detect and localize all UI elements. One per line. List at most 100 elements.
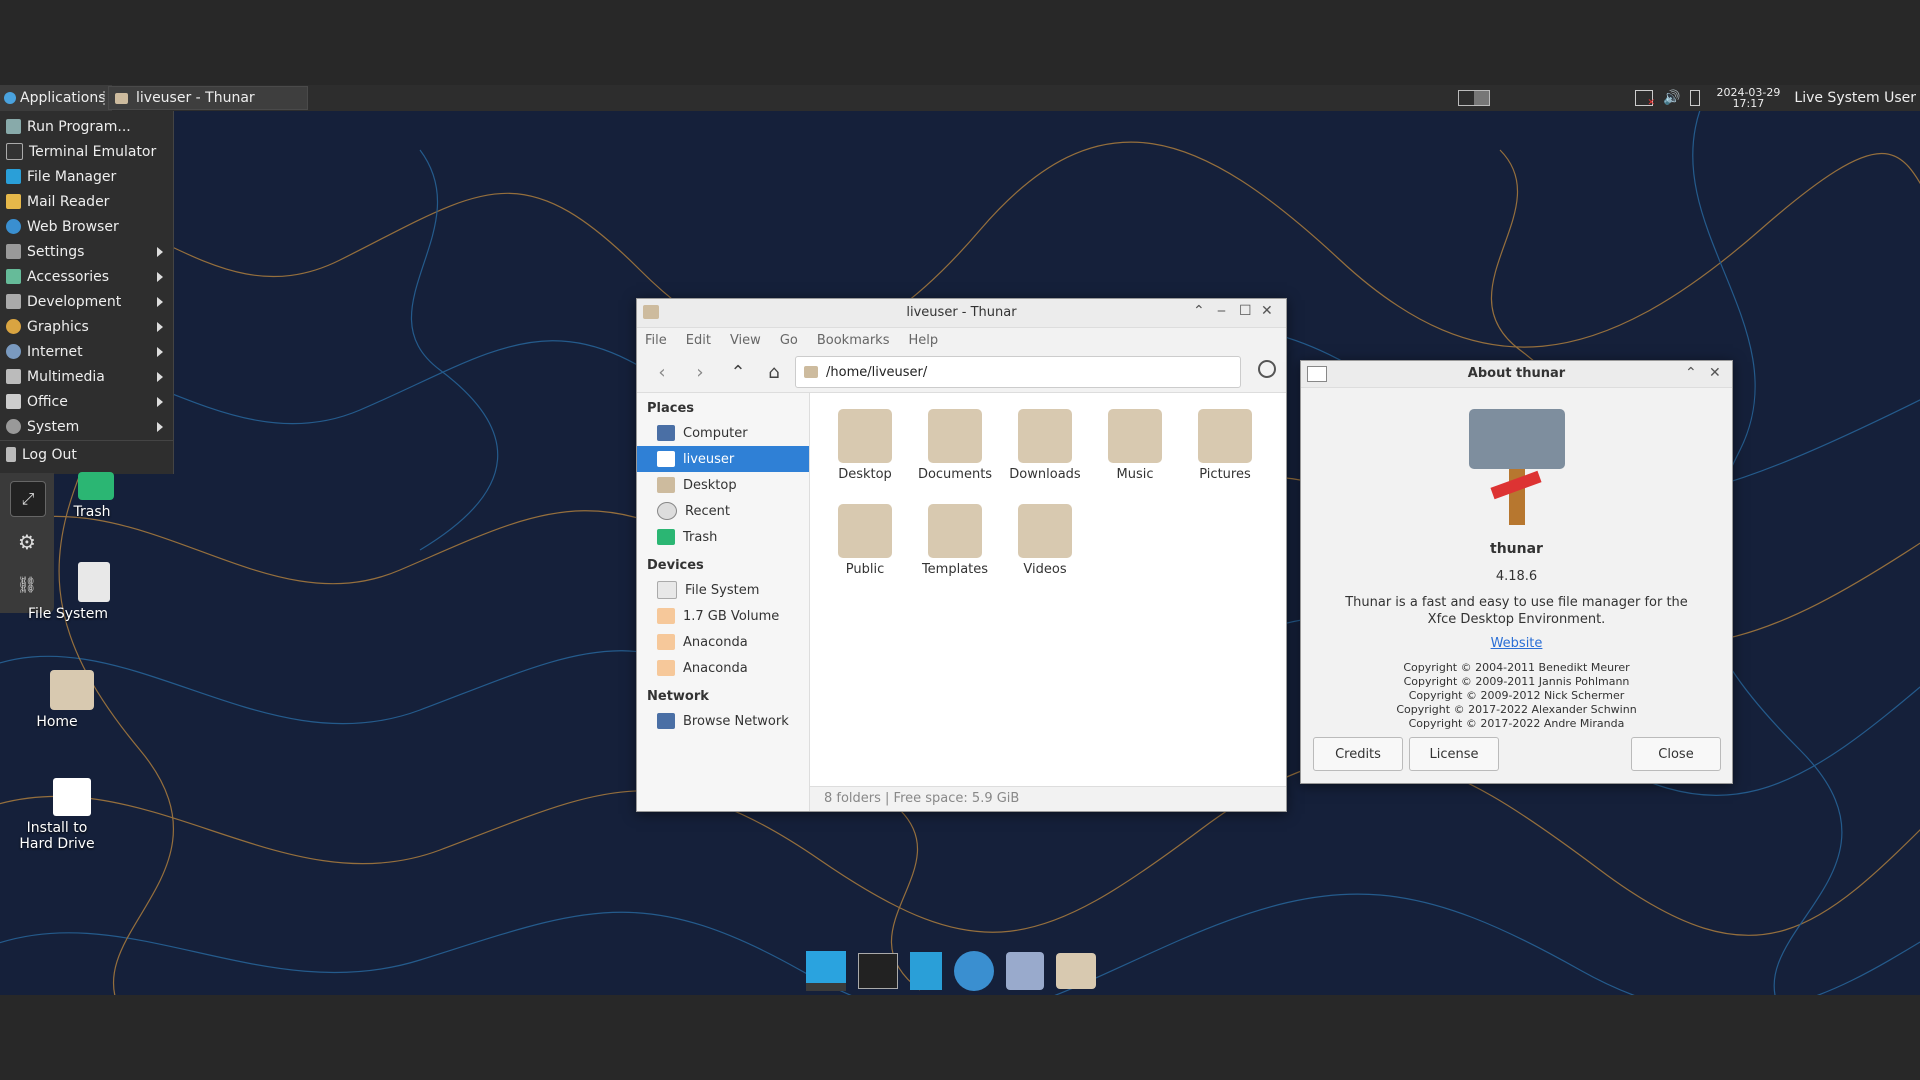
folder-icon[interactable] bbox=[1056, 953, 1096, 989]
menu-item-settings[interactable]: Settings bbox=[0, 239, 173, 264]
workspace-switcher[interactable] bbox=[1458, 90, 1491, 106]
license-button[interactable]: License bbox=[1409, 737, 1499, 771]
network-icon bbox=[657, 713, 675, 729]
copyright-line: Copyright © 2009-2011 Jannis Pohlmann bbox=[1403, 675, 1630, 688]
menu-item-office[interactable]: Office bbox=[0, 389, 173, 414]
applications-menu-button[interactable]: Applications bbox=[0, 85, 112, 111]
desktop-icon-home[interactable]: Home bbox=[22, 670, 122, 730]
website-link[interactable]: Website bbox=[1301, 636, 1732, 651]
taskbar-button-thunar[interactable]: liveuser - Thunar bbox=[108, 86, 308, 110]
terminal-icon bbox=[6, 143, 23, 160]
up-button[interactable]: ⌃ bbox=[723, 362, 753, 383]
app-name: thunar bbox=[1490, 541, 1543, 557]
folder-templates[interactable]: Templates bbox=[910, 498, 1000, 593]
sidebar-item-computer[interactable]: Computer bbox=[637, 420, 809, 446]
thunar-window: liveuser - Thunar ⌃ ‒ ☐ ✕ File Edit View… bbox=[636, 298, 1287, 812]
menu-file[interactable]: File bbox=[645, 333, 667, 348]
folder-pictures[interactable]: Pictures bbox=[1180, 403, 1270, 498]
user-menu[interactable]: Live System User bbox=[1794, 90, 1916, 106]
menu-item-terminal-emulator[interactable]: Terminal Emulator bbox=[0, 139, 173, 164]
internet-icon bbox=[6, 344, 21, 359]
desktop-icon-install[interactable]: Install to Hard Drive bbox=[19, 778, 122, 852]
folder-downloads[interactable]: Downloads bbox=[1000, 403, 1090, 498]
copyright-line: Copyright © 2017-2022 Andre Miranda bbox=[1408, 717, 1625, 730]
credits-button[interactable]: Credits bbox=[1313, 737, 1403, 771]
office-icon bbox=[6, 394, 21, 409]
sidebar-item-browse-network[interactable]: Browse Network bbox=[637, 708, 809, 734]
multimedia-icon bbox=[6, 369, 21, 384]
search-app-icon[interactable] bbox=[1006, 952, 1044, 990]
applications-menu: Run Program... Terminal Emulator File Ma… bbox=[0, 111, 174, 474]
location-folder-icon bbox=[804, 366, 818, 378]
submenu-arrow-icon bbox=[157, 247, 163, 257]
menu-item-system[interactable]: System bbox=[0, 414, 173, 439]
menu-item-graphics[interactable]: Graphics bbox=[0, 314, 173, 339]
sidebar-item-volume[interactable]: 1.7 GB Volume bbox=[637, 603, 809, 629]
top-panel: Applications liveuser - Thunar ✕ 🔊 2024-… bbox=[0, 85, 1920, 111]
dialog-close-button[interactable]: ✕ bbox=[1709, 365, 1721, 381]
file-manager-icon[interactable] bbox=[910, 952, 942, 990]
menu-item-file-manager[interactable]: File Manager bbox=[0, 164, 173, 189]
maximize-button[interactable]: ☐ bbox=[1239, 303, 1252, 319]
sidebar-item-anaconda-2[interactable]: Anaconda bbox=[637, 655, 809, 681]
folder-videos[interactable]: Videos bbox=[1000, 498, 1090, 593]
minimize-button[interactable]: ‒ bbox=[1217, 303, 1226, 319]
folder-grid: Desktop Documents Downloads Music Pictur… bbox=[820, 403, 1280, 593]
web-browser-icon[interactable] bbox=[954, 951, 994, 991]
submenu-arrow-icon bbox=[157, 297, 163, 307]
menu-item-run-program[interactable]: Run Program... bbox=[0, 114, 173, 139]
folder-music[interactable]: Music bbox=[1090, 403, 1180, 498]
menu-item-multimedia[interactable]: Multimedia bbox=[0, 364, 173, 389]
sidebar-item-desktop[interactable]: Desktop bbox=[637, 472, 809, 498]
location-bar[interactable]: /home/liveuser/ bbox=[795, 356, 1241, 388]
volume-icon[interactable]: 🔊 bbox=[1663, 90, 1680, 106]
menu-item-accessories[interactable]: Accessories bbox=[0, 264, 173, 289]
dialog-close-action-button[interactable]: Close bbox=[1631, 737, 1721, 771]
menu-go[interactable]: Go bbox=[780, 333, 798, 348]
folder-icon bbox=[115, 92, 128, 104]
back-button[interactable]: ‹ bbox=[647, 362, 677, 383]
settings-icon bbox=[6, 244, 21, 259]
menu-edit[interactable]: Edit bbox=[686, 333, 711, 348]
file-view: Desktop Documents Downloads Music Pictur… bbox=[810, 392, 1286, 787]
sidebar-item-recent[interactable]: Recent bbox=[637, 498, 809, 524]
sidebar-item-file-system[interactable]: File System bbox=[637, 577, 809, 603]
terminal-icon[interactable] bbox=[858, 953, 898, 989]
sidebar-item-liveuser[interactable]: liveuser bbox=[637, 446, 809, 472]
menu-item-mail-reader[interactable]: Mail Reader bbox=[0, 189, 173, 214]
clock[interactable]: 2024-03-29 17:17 bbox=[1716, 87, 1780, 109]
menu-item-internet[interactable]: Internet bbox=[0, 339, 173, 364]
show-desktop-icon[interactable] bbox=[806, 951, 846, 991]
sidebar-item-trash[interactable]: Trash bbox=[637, 524, 809, 550]
menu-bookmarks[interactable]: Bookmarks bbox=[817, 333, 890, 348]
close-button[interactable]: ✕ bbox=[1261, 303, 1273, 319]
dialog-shade-button[interactable]: ⌃ bbox=[1685, 365, 1697, 381]
desktop-icon-label: Home bbox=[36, 714, 78, 730]
volume-drive-icon bbox=[657, 634, 675, 650]
dialog-titlebar[interactable]: About thunar ⌃ ✕ bbox=[1301, 361, 1732, 388]
window-titlebar[interactable]: liveuser - Thunar ⌃ ‒ ☐ ✕ bbox=[637, 299, 1286, 328]
copyright-list: Copyright © 2004-2011 Benedikt Meurer Co… bbox=[1301, 661, 1732, 731]
menu-item-web-browser[interactable]: Web Browser bbox=[0, 214, 173, 239]
menu-item-log-out[interactable]: Log Out bbox=[0, 442, 173, 467]
shade-button[interactable]: ⌃ bbox=[1193, 303, 1205, 319]
menu-item-development[interactable]: Development bbox=[0, 289, 173, 314]
sidebar-item-anaconda-1[interactable]: Anaconda bbox=[637, 629, 809, 655]
desktop-icon-trash[interactable]: Trash bbox=[22, 472, 122, 520]
battery-icon[interactable] bbox=[1690, 90, 1701, 106]
desktop-icon-file-system[interactable]: File System bbox=[22, 562, 122, 622]
menu-view[interactable]: View bbox=[730, 333, 761, 348]
dock-button-settings[interactable]: ⚙ bbox=[10, 525, 44, 559]
folder-documents[interactable]: Documents bbox=[910, 403, 1000, 498]
menu-help[interactable]: Help bbox=[908, 333, 938, 348]
bottom-dock bbox=[806, 948, 1112, 994]
forward-button[interactable]: › bbox=[685, 362, 715, 383]
network-icon[interactable]: ✕ bbox=[1635, 90, 1655, 108]
search-icon[interactable] bbox=[1258, 360, 1276, 378]
folder-public[interactable]: Public bbox=[820, 498, 910, 593]
file-manager-icon bbox=[6, 169, 21, 184]
folder-desktop[interactable]: Desktop bbox=[820, 403, 910, 498]
home-button[interactable]: ⌂ bbox=[759, 362, 789, 383]
logout-icon bbox=[6, 447, 16, 462]
app-version: 4.18.6 bbox=[1495, 569, 1538, 584]
